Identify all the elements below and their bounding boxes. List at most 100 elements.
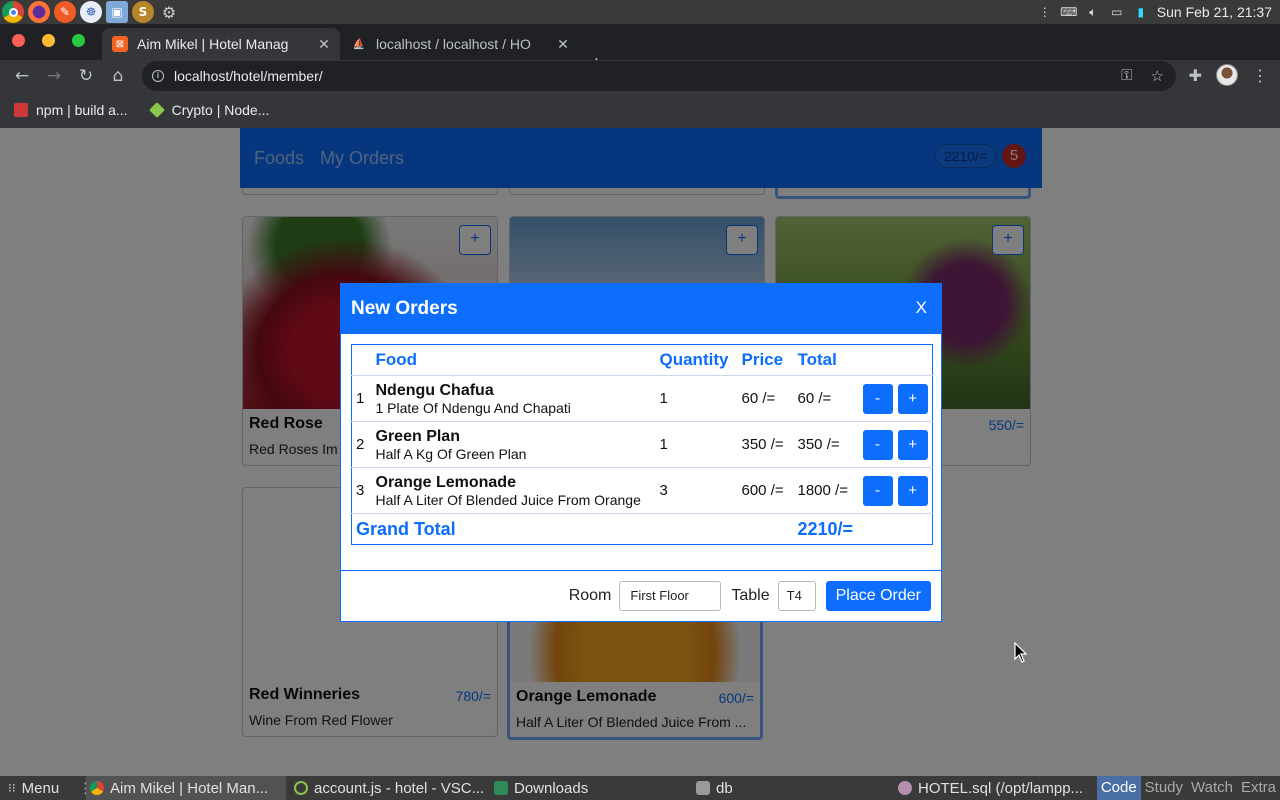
food-cell: Orange Lemonade Half A Liter Of Blended … bbox=[371, 467, 656, 514]
reload-icon[interactable]: ↻ bbox=[76, 66, 96, 86]
close-icon[interactable]: ✕ bbox=[316, 36, 332, 53]
nodejs-icon bbox=[148, 102, 165, 118]
maximize-window-button[interactable] bbox=[72, 34, 85, 47]
bookmark-label: Crypto | Node... bbox=[171, 102, 270, 118]
chrome-icon[interactable] bbox=[2, 1, 24, 23]
table-header-row: Food Quantity Price Total bbox=[352, 345, 933, 376]
room-select[interactable]: First Floor bbox=[619, 581, 722, 611]
close-icon[interactable]: ✕ bbox=[555, 36, 571, 53]
food-name: Orange Lemonade bbox=[375, 473, 516, 491]
postman-icon[interactable]: ✎ bbox=[54, 1, 76, 23]
web-icon[interactable]: ☸ bbox=[80, 1, 102, 23]
actions-cell: - + bbox=[858, 467, 933, 514]
grand-total-value: 2210/= bbox=[793, 513, 933, 545]
omnibox-actions: ⚿ ☆ bbox=[1121, 67, 1164, 85]
box-icon[interactable]: ▣ bbox=[106, 1, 128, 23]
decrease-quantity-button[interactable]: - bbox=[862, 475, 893, 506]
page-content: Foods My Orders 2210/= 5 + Red Rose Red … bbox=[0, 128, 1280, 776]
place-order-button[interactable]: Place Order bbox=[825, 581, 931, 611]
tab-hotel-management[interactable]: ⊠ Aim Mikel | Hotel Manag ✕ bbox=[102, 28, 340, 60]
column-header-quantity: Quantity bbox=[659, 350, 729, 369]
extensions-icon[interactable]: ✚ bbox=[1189, 66, 1202, 85]
keyboard-icon[interactable]: ⌨ bbox=[1060, 5, 1077, 19]
home-icon[interactable]: ⌂ bbox=[108, 66, 128, 86]
increase-quantity-button[interactable]: + bbox=[897, 429, 928, 460]
taskbar-item-label: Aim Mikel | Hotel Man... bbox=[110, 779, 269, 797]
menu-dots-icon[interactable]: ⋮ bbox=[1037, 5, 1053, 19]
food-name: Green Plan bbox=[375, 427, 460, 445]
star-icon[interactable]: ☆ bbox=[1151, 67, 1164, 85]
taskbar-item-chrome[interactable]: Aim Mikel | Hotel Man... bbox=[86, 776, 286, 800]
tab-title: localhost / localhost / HO bbox=[376, 36, 531, 52]
orders-table: Food Quantity Price Total 1 Ndengu Chafu… bbox=[351, 344, 933, 545]
info-icon[interactable]: i bbox=[152, 70, 164, 82]
food-cell: Ndengu Chafua 1 Plate Of Ndengu And Chap… bbox=[371, 375, 656, 422]
start-menu-button[interactable]: ⁝⁝ Menu bbox=[8, 776, 59, 800]
actions-cell: - + bbox=[858, 421, 933, 468]
tab-title: Aim Mikel | Hotel Manag bbox=[137, 36, 289, 52]
battery-icon[interactable]: ▮ bbox=[1133, 5, 1149, 19]
os-top-panel: ✎ ☸ ▣ S ⚙ ⋮ ⌨ 🔈︎ ▭ ▮ Sun Feb 21, 21:37 bbox=[0, 0, 1280, 24]
menu-grid-icon: ⁝⁝ bbox=[8, 781, 16, 795]
price-cell: 600 /= bbox=[737, 467, 794, 514]
food-description: 1 Plate Of Ndengu And Chapati bbox=[375, 399, 571, 416]
folder-icon bbox=[494, 781, 508, 795]
row-number: 2 bbox=[351, 421, 372, 468]
taskbar-item-db[interactable]: db bbox=[696, 776, 733, 800]
taskbar-item-hotel-sql[interactable]: HOTEL.sql (/opt/lampp... bbox=[898, 776, 1083, 800]
total-cell: 1800 /= bbox=[793, 467, 859, 514]
bookmark-label: npm | build a... bbox=[36, 102, 128, 118]
clock[interactable]: Sun Feb 21, 21:37 bbox=[1157, 4, 1272, 20]
close-window-button[interactable] bbox=[12, 34, 25, 47]
increase-quantity-button[interactable]: + bbox=[897, 475, 928, 506]
column-header-actions bbox=[859, 345, 933, 376]
key-icon[interactable]: ⚿ bbox=[1121, 67, 1132, 85]
table-select[interactable]: T4 bbox=[777, 581, 816, 611]
column-header-price: Price bbox=[741, 350, 784, 369]
editor-icon bbox=[898, 781, 912, 795]
extension-area: ✚ ⋮ bbox=[1189, 64, 1268, 86]
column-header-number bbox=[352, 345, 372, 376]
decrease-quantity-button[interactable]: - bbox=[862, 383, 893, 414]
quantity-cell: 1 bbox=[655, 375, 738, 422]
workspace-code[interactable]: Code bbox=[1096, 776, 1141, 800]
table-row: 3 Orange Lemonade Half A Liter Of Blende… bbox=[351, 467, 933, 514]
table-row: 1 Ndengu Chafua 1 Plate Of Ndengu And Ch… bbox=[351, 375, 933, 422]
taskbar-item-label: db bbox=[716, 779, 733, 797]
taskbar-item-label: account.js - hotel - VSC... bbox=[314, 779, 485, 797]
row-number: 1 bbox=[351, 375, 372, 422]
actions-cell: - + bbox=[858, 375, 933, 422]
settings-icon[interactable]: ⚙ bbox=[158, 1, 180, 23]
back-icon[interactable]: ← bbox=[12, 66, 32, 86]
minimize-window-button[interactable] bbox=[42, 34, 55, 47]
workspace-study[interactable]: Study bbox=[1141, 776, 1187, 800]
workspace-extra[interactable]: Extra bbox=[1237, 776, 1280, 800]
food-description: Half A Kg Of Green Plan bbox=[375, 445, 527, 462]
taskbar-item-vscode[interactable]: account.js - hotel - VSC... bbox=[294, 776, 484, 800]
sublime-icon[interactable]: S bbox=[132, 1, 154, 23]
food-name: Ndengu Chafua bbox=[375, 381, 494, 399]
volume-icon[interactable]: 🔈︎ bbox=[1085, 5, 1101, 19]
increase-quantity-button[interactable]: + bbox=[897, 383, 928, 414]
workspace-watch[interactable]: Watch bbox=[1187, 776, 1237, 800]
forward-icon[interactable]: → bbox=[44, 66, 64, 86]
decrease-quantity-button[interactable]: - bbox=[862, 429, 893, 460]
column-header-food: Food bbox=[375, 350, 418, 369]
browser-toolbar: ← → ↻ ⌂ i localhost/hotel/member/ ⚿ ☆ ✚ … bbox=[0, 60, 1280, 92]
close-modal-button[interactable]: X bbox=[916, 298, 927, 318]
quantity-cell: 3 bbox=[655, 467, 738, 514]
bookmark-npm[interactable]: npm | build a... bbox=[14, 102, 128, 118]
url-text[interactable]: localhost/hotel/member/ bbox=[174, 68, 323, 84]
address-bar[interactable]: i localhost/hotel/member/ ⚿ ☆ bbox=[142, 61, 1176, 91]
workspace-switcher: Code Study Watch Extra bbox=[1096, 776, 1280, 800]
profile-avatar[interactable] bbox=[1216, 64, 1238, 86]
column-header-total: Total bbox=[797, 350, 837, 369]
folder-icon bbox=[696, 781, 710, 795]
taskbar-item-label: Downloads bbox=[514, 779, 589, 797]
bookmark-crypto[interactable]: Crypto | Node... bbox=[148, 102, 270, 118]
firefox-icon[interactable] bbox=[28, 1, 50, 23]
network-icon[interactable]: ▭ bbox=[1109, 5, 1125, 19]
more-menu-icon[interactable]: ⋮ bbox=[1252, 66, 1268, 85]
taskbar-item-downloads[interactable]: Downloads bbox=[494, 776, 588, 800]
tab-phpmyadmin[interactable]: ⛵ localhost / localhost / HO ✕ bbox=[341, 28, 579, 60]
